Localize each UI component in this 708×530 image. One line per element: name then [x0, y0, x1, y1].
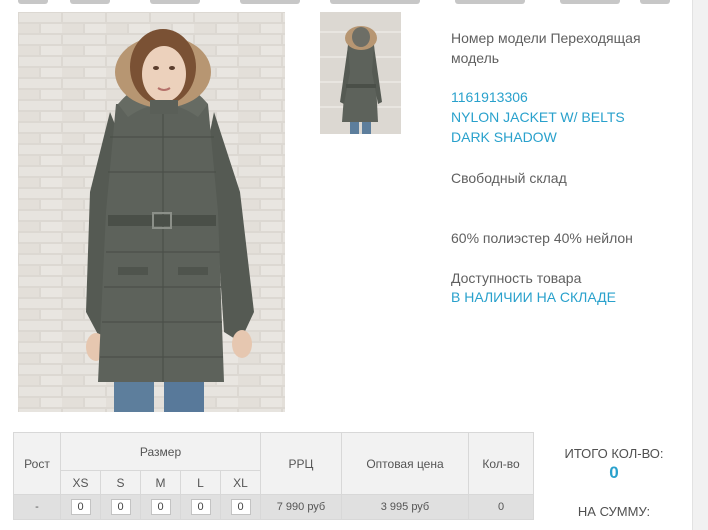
main-product-photo[interactable] [18, 12, 285, 412]
qty-input-m[interactable] [150, 499, 171, 515]
size-header-xl: XL [220, 470, 261, 495]
composition-text: 60% полиэстер 40% нейлон [451, 230, 633, 246]
table-row: - 7 990 руб 3 995 руб 0 [13, 494, 534, 520]
model-label: Номер модели Переходящая модель [451, 30, 641, 66]
size-header-l: L [180, 470, 221, 495]
qty-input-l[interactable] [190, 499, 211, 515]
total-qty-value: 0 [609, 463, 619, 482]
row-wholesale-value: 3 995 руб [341, 494, 469, 520]
availability-status: В НАЛИЧИИ НА СКЛАДЕ [451, 289, 616, 305]
product-name-line1[interactable]: NYLON JACKET W/ BELTS [451, 107, 625, 127]
warehouse-label: Свободный склад [451, 170, 567, 186]
row-height-value: - [13, 494, 61, 520]
size-header-m: M [140, 470, 181, 495]
availability-label: Доступность товара [451, 270, 582, 286]
total-qty-label: ИТОГО КОЛ-ВО: [564, 446, 664, 461]
product-name-line2[interactable]: DARK SHADOW [451, 127, 557, 147]
product-thumbnail-back-view[interactable] [320, 12, 401, 134]
header-height: Рост [13, 432, 61, 495]
page-scroll-gutter [692, 0, 708, 530]
row-rrp-value: 7 990 руб [260, 494, 342, 520]
header-wholesale: Оптовая цена [341, 432, 469, 495]
sku-link[interactable]: 1161913306 [451, 87, 528, 107]
qty-input-s[interactable] [110, 499, 131, 515]
row-qty-value: 0 [468, 494, 534, 520]
qty-input-xs[interactable] [70, 499, 91, 515]
size-header-s: S [100, 470, 141, 495]
header-size: Размер [60, 432, 261, 471]
header-rrp: РРЦ [260, 432, 342, 495]
order-table: Рост Размер РРЦ Оптовая цена Кол-во XS S… [13, 432, 534, 520]
total-sum-label: НА СУММУ: [577, 504, 651, 519]
size-header-xs: XS [60, 470, 101, 495]
top-cropped-strip [0, 0, 692, 6]
qty-input-xl[interactable] [230, 499, 251, 515]
header-qty: Кол-во [468, 432, 534, 495]
